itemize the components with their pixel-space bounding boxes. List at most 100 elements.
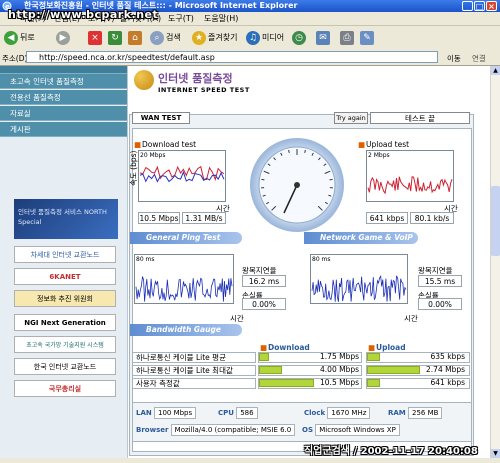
banner-ngi[interactable]: NGI Next Generation <box>14 314 116 331</box>
banner-6kanet[interactable]: 6KANET <box>14 268 116 285</box>
gauge-upload-value: 2.74 Mbps <box>426 365 465 374</box>
test-status: 테스트 끝 <box>370 112 470 124</box>
spec-clock-label: Clock <box>304 409 326 417</box>
page-title: 인터넷 품질측정 <box>158 72 233 85</box>
spec-lan-label: LAN <box>136 409 152 417</box>
scroll-up-arrow-icon[interactable]: ▲ <box>491 66 500 75</box>
back-arrow-icon: ◀ <box>4 30 18 45</box>
vertical-scrollbar[interactable]: ▲ ▼ <box>490 66 500 458</box>
gauge-tick <box>288 149 290 154</box>
gauge-tick <box>304 149 306 154</box>
favorites-button[interactable]: ★ 즐겨찾기 <box>192 29 237 47</box>
download-dot-icon: ■ <box>134 140 142 149</box>
upload-kbs-value: 80.1 kb/s <box>410 212 454 224</box>
upload-kbps-value: 641 kbps <box>366 212 408 224</box>
spec-browser-label: Browser <box>136 426 169 434</box>
address-input[interactable]: http://speed.nca.or.kr/speedtest/default… <box>26 51 438 63</box>
banner-prime-minister-office[interactable]: 국무총리실 <box>14 380 116 397</box>
sidebar: 초고속 인터넷 품질측정 전용선 품질측정 자료실 게시판 인터넷 품질측정 서… <box>0 66 128 458</box>
banner-informatization-committee[interactable]: 정보화 추진 위원회 <box>14 290 116 307</box>
bandwidth-gauge-header: Bandwidth Gauge <box>130 324 242 336</box>
gauge-upload-dot-icon: ■ <box>368 343 376 352</box>
ping-loss-value: 0.00% <box>242 298 286 310</box>
speedometer-gauge <box>250 138 344 232</box>
stop-button[interactable]: × <box>88 29 104 47</box>
download-mbps-value: 10.5 Mbps <box>138 212 180 224</box>
gauge-upload-bar <box>367 379 380 387</box>
search-icon: ⌕ <box>150 30 164 45</box>
history-button[interactable]: ◷ <box>292 29 308 47</box>
spec-cpu-value: 586 <box>236 407 258 419</box>
game-axis-x: 시간 <box>404 314 418 323</box>
sidebar-item-broadband-test[interactable]: 초고속 인터넷 품질측정 <box>0 74 127 89</box>
menu-tools[interactable]: 도구(T) <box>168 13 194 24</box>
spec-lan: LAN 100 Mbps <box>136 407 197 419</box>
mail-button[interactable]: ✉ <box>316 29 332 47</box>
scroll-thumb[interactable] <box>491 186 500 256</box>
gauge-upload-value: 641 kbps <box>430 378 465 387</box>
spec-os: OS Microsoft Windows XP <box>302 424 400 436</box>
scroll-down-arrow-icon[interactable]: ▼ <box>491 449 500 458</box>
media-button[interactable]: ♫ 미디어 <box>246 29 284 47</box>
home-button[interactable]: ⌂ <box>128 29 144 47</box>
game-loss-value: 0.00% <box>418 298 462 310</box>
gauge-download-value: 10.5 Mbps <box>320 378 359 387</box>
banner-korea-ix[interactable]: 한국 인터넷 교환노드 <box>14 358 116 375</box>
upload-test-label: Upload test <box>366 140 410 149</box>
edit-button[interactable]: ✎ <box>360 29 376 47</box>
stop-icon: × <box>88 30 102 45</box>
address-bar: 주소(D) http://speed.nca.or.kr/speedtest/d… <box>0 50 500 66</box>
download-scale: 20 Mbps <box>140 152 166 159</box>
banner-next-gen-exchange[interactable]: 차세대 인터넷 교환노드 <box>14 246 116 263</box>
back-button[interactable]: ◀ 뒤로 <box>4 29 35 47</box>
refresh-button[interactable]: ↻ <box>108 29 124 47</box>
search-button[interactable]: ⌕ 검색 <box>150 29 181 47</box>
banner-national-network-support[interactable]: 초고속 국가망 기술지원 시스템 <box>14 336 116 353</box>
spec-cpu: CPU 586 <box>218 407 258 419</box>
sidebar-item-archive[interactable]: 자료실 <box>0 106 127 121</box>
go-button[interactable]: 이동 <box>447 53 461 64</box>
gauge-row-label: 하나로통신 케이블 Lite 최대값 <box>132 365 256 376</box>
print-button[interactable]: ⎙ <box>340 29 356 47</box>
spec-os-label: OS <box>302 426 313 434</box>
gauge-download-header: Download <box>268 343 310 352</box>
download-mbs-value: 1.31 MB/s <box>182 212 226 224</box>
capture-stamp: 직업군검색 / 2002-11-17 20:40:08 <box>304 446 478 457</box>
links-label[interactable]: 연결 <box>472 53 486 64</box>
media-icon: ♫ <box>246 30 260 45</box>
print-icon: ⎙ <box>340 30 354 45</box>
upload-scale: 2 Mbps <box>368 152 390 159</box>
game-rtt-value: 15.5 ms <box>418 275 462 287</box>
edit-icon: ✎ <box>360 30 374 45</box>
main-content: 인터넷 품질측정 INTERNET SPEED TEST WAN TEST Tr… <box>128 66 490 458</box>
spec-ram-label: RAM <box>388 409 406 417</box>
download-test-label: Download test <box>142 140 197 149</box>
promo-banner[interactable]: 인터넷 품질측정 서비스 NORTH Special <box>14 199 118 239</box>
close-button[interactable]: × <box>486 1 497 11</box>
minimize-button[interactable]: _ <box>462 1 473 11</box>
gauge-download-bar <box>259 353 269 361</box>
try-again-button[interactable]: Try again <box>334 112 368 124</box>
menu-help[interactable]: 도움말(H) <box>204 13 238 24</box>
maximize-button[interactable]: □ <box>474 1 485 11</box>
game-scale: 80 ms <box>312 256 331 263</box>
spec-ram-value: 256 MB <box>408 407 443 419</box>
gauge-download-bar <box>259 379 314 387</box>
tab-wan-test[interactable]: WAN TEST <box>132 112 190 124</box>
gauge-upload-value: 635 kbps <box>430 352 465 361</box>
sidebar-item-board[interactable]: 게시판 <box>0 122 127 137</box>
gauge-download-value: 4.00 Mbps <box>320 365 359 374</box>
sidebar-item-leased-line-test[interactable]: 전용선 품질측정 <box>0 90 127 105</box>
spec-browser: Browser Mozilla/4.0 (compatible; MSIE 6.… <box>136 424 296 436</box>
refresh-icon: ↻ <box>108 30 122 45</box>
home-icon: ⌂ <box>128 30 142 45</box>
gauge-download-value: 1.75 Mbps <box>320 352 359 361</box>
gauge-download-bar <box>259 366 282 374</box>
gauge-row-label: 사용자 측정값 <box>132 378 256 389</box>
forward-button[interactable]: ▶ <box>56 29 72 47</box>
sidebar-item-top[interactable] <box>0 66 127 74</box>
spec-lan-value: 100 Mbps <box>153 407 197 419</box>
page-subtitle: INTERNET SPEED TEST <box>158 86 250 94</box>
address-label: 주소(D) <box>2 54 28 63</box>
forward-arrow-icon: ▶ <box>56 30 70 45</box>
